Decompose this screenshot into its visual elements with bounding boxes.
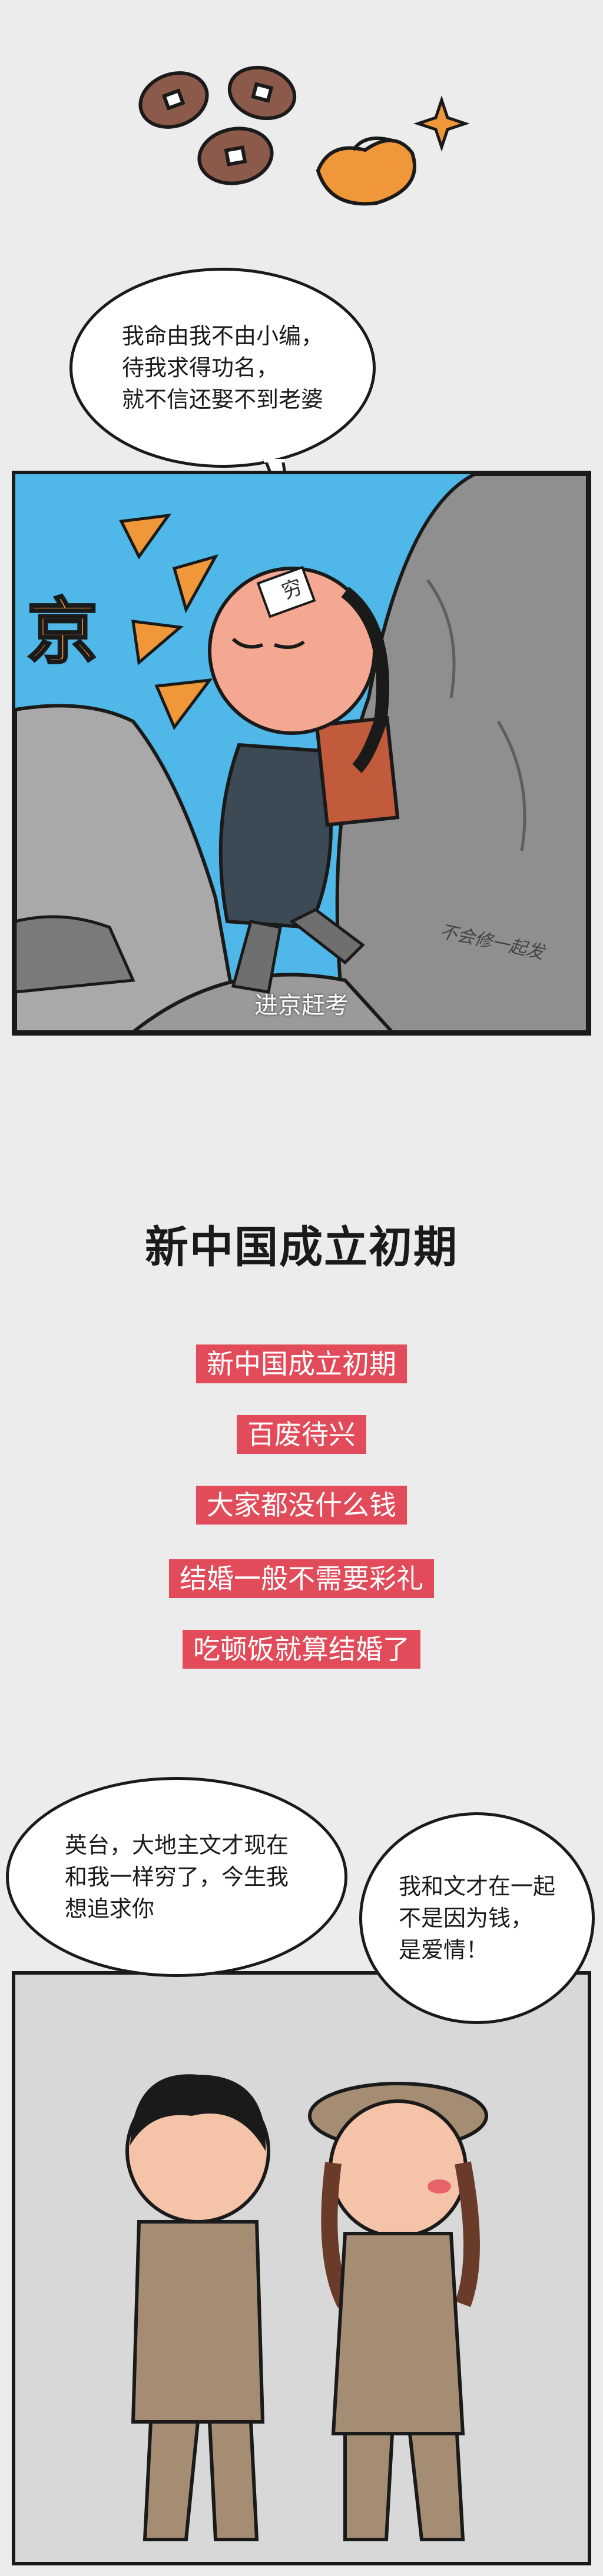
emphasis-lines [119, 513, 219, 730]
sparkle-icon [413, 95, 470, 152]
bubble-text-right: 我和文才在一起 不是因为钱， 是爱情！ [398, 1873, 555, 1963]
woman-head [329, 2099, 468, 2238]
tag-label: 百废待兴 [237, 1415, 366, 1454]
tag-label: 结婚一般不需要彩礼 [169, 1559, 434, 1598]
tag-label: 大家都没什么钱 [196, 1486, 407, 1525]
couple-scene [125, 2074, 488, 2541]
gold-ingot-icon [316, 138, 416, 206]
speech-bubble: 我命由我不由小编， 待我求得功名， 就不信还娶不到老婆 [69, 268, 376, 468]
comic-panel-1: 穷 京 进京赶考 不会修一起发 [12, 471, 591, 1036]
comic-panel-2 [12, 1971, 591, 2565]
speech-bubble-left: 英台，大地主文才现在 和我一样穷了，今生我 想追求你 [6, 1777, 347, 1977]
bubble-text-left: 英台，大地主文才现在 和我一样穷了，今生我 想追求你 [64, 1832, 289, 1922]
section-title: 新中国成立初期 [145, 1222, 458, 1273]
tag-label: 吃顿饭就算结婚了 [183, 1630, 420, 1669]
tag-label: 新中国成立初期 [196, 1344, 407, 1383]
panel-caption: 进京赶考 [254, 992, 349, 1019]
coins-decoration [138, 65, 470, 206]
backpack [314, 715, 400, 827]
speech-bubble-right: 我和文才在一起 不是因为钱， 是爱情！ [359, 1812, 595, 2024]
bubble-text: 我命由我不由小编， 待我求得功名， 就不信还娶不到老婆 [121, 323, 323, 412]
